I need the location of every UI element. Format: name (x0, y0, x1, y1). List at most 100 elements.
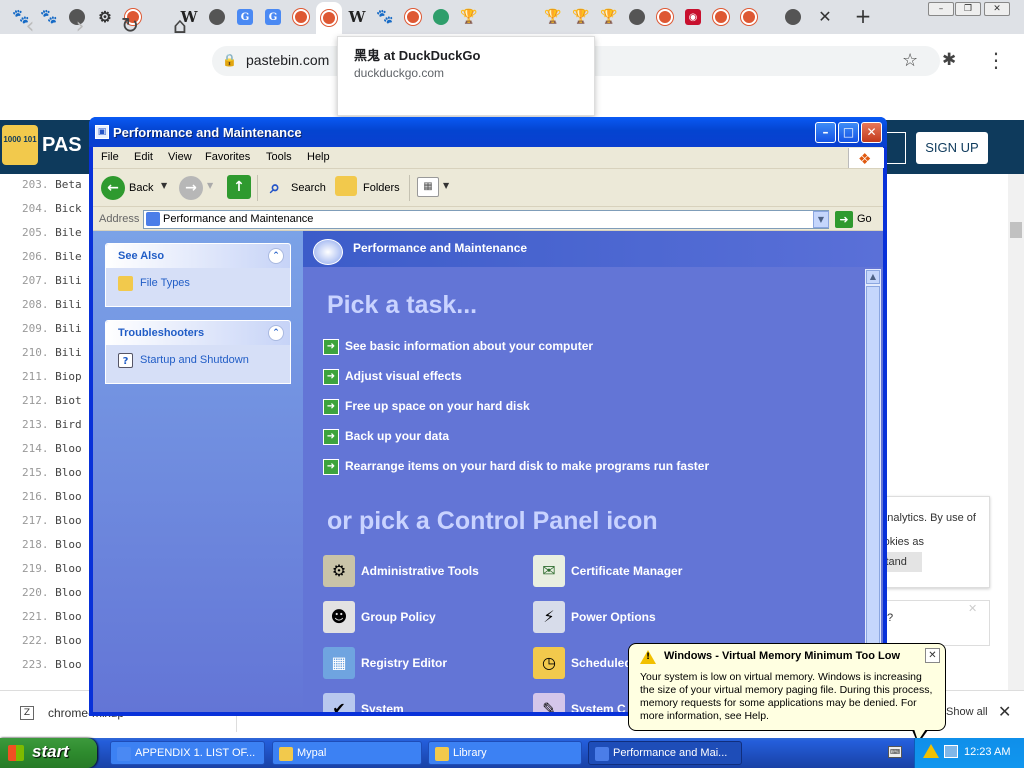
folders-icon[interactable] (335, 176, 357, 196)
menu-help[interactable]: Help (307, 151, 330, 163)
browser-tab[interactable]: G (260, 4, 286, 30)
show-all-button[interactable]: Show all (946, 706, 988, 718)
window-title-bar[interactable]: ▣ Performance and Maintenance – □ ✕ (89, 117, 887, 147)
page-scrollbar[interactable] (1008, 174, 1024, 694)
browser-tab[interactable]: 🐾 (372, 4, 398, 30)
taskbar-button-active[interactable]: Performance and Mai... (588, 741, 742, 765)
browser-tab[interactable]: ⚙ (92, 4, 118, 30)
forward-icon[interactable]: → (179, 176, 203, 200)
bookmark-star-icon[interactable]: ☆ (902, 50, 918, 71)
scroll-up-icon[interactable]: ▲ (866, 270, 880, 284)
search-icon[interactable]: ⌕ (263, 176, 287, 200)
browser-tab[interactable] (400, 4, 426, 30)
browser-tab[interactable]: ◉ (680, 4, 706, 30)
back-label[interactable]: Back (129, 182, 153, 194)
browser-tab[interactable] (652, 4, 678, 30)
browser-tab[interactable]: G (232, 4, 258, 30)
browser-tab[interactable]: W (344, 4, 370, 30)
browser-tab[interactable] (624, 4, 650, 30)
folders-label[interactable]: Folders (363, 182, 400, 194)
close-window-icon[interactable]: ✕ (984, 2, 1010, 16)
browser-tab[interactable] (316, 2, 342, 34)
reload-icon[interactable]: ↻ (116, 14, 144, 42)
task-label[interactable]: Back up your data (345, 429, 449, 443)
home-icon[interactable]: ⌂ (166, 14, 194, 42)
warning-tray-icon[interactable] (923, 744, 939, 758)
browser-tab[interactable]: 🏆 (568, 4, 594, 30)
collapse-icon[interactable]: ⌃ (268, 248, 284, 264)
browser-tab[interactable] (708, 4, 734, 30)
address-value[interactable]: Performance and Maintenance (163, 213, 313, 225)
browser-tab[interactable] (780, 4, 806, 30)
search-label[interactable]: Search (291, 182, 326, 194)
menu-view[interactable]: View (168, 151, 192, 163)
keyboard-icon[interactable]: ⌨ (888, 746, 902, 758)
views-icon[interactable]: ▦ (417, 177, 439, 197)
forward-arrow-icon[interactable]: › (66, 14, 94, 42)
start-label[interactable]: start (32, 742, 69, 762)
taskbar-button-label[interactable]: Library (453, 747, 487, 759)
taskbar-button[interactable]: Mypal (272, 741, 422, 765)
extensions-icon[interactable]: ✱ (942, 50, 956, 70)
browser-tab[interactable]: 🏆 (540, 4, 566, 30)
close-button[interactable]: ✕ (861, 122, 882, 143)
menu-file[interactable]: File (101, 151, 119, 163)
maximize-button[interactable]: □ (838, 122, 859, 143)
control-panel-item-label[interactable]: Power Options (571, 610, 656, 624)
go-arrow-icon[interactable]: ➜ (835, 211, 853, 228)
header-button[interactable] (884, 132, 906, 164)
address-dropdown-icon[interactable]: ▼ (813, 211, 829, 228)
back-icon[interactable]: ← (101, 176, 125, 200)
menu-favorites[interactable]: Favorites (205, 151, 250, 163)
browser-tab[interactable] (288, 4, 314, 30)
control-panel-item-label[interactable]: Group Policy (361, 610, 436, 624)
taskbar-button-label[interactable]: Mypal (297, 747, 326, 759)
sign-up-button[interactable]: SIGN UP (916, 132, 988, 164)
browser-tab[interactable] (428, 4, 454, 30)
control-panel-item-label[interactable]: System (361, 702, 404, 712)
clock[interactable]: 12:23 AM (964, 746, 1010, 758)
taskbar-button[interactable]: APPENDIX 1. LIST OF... (110, 741, 265, 765)
balloon-close-icon[interactable]: ✕ (925, 648, 940, 663)
restore-icon[interactable]: ❐ (955, 2, 981, 16)
browser-tab[interactable]: 🏆 (456, 4, 482, 30)
go-button[interactable]: Go (857, 213, 872, 225)
close-download-bar-icon[interactable]: ✕ (998, 702, 1011, 721)
troubleshooter-item[interactable]: ? Startup and Shutdown (106, 345, 290, 375)
network-tray-icon[interactable] (944, 745, 958, 758)
control-panel-item-label[interactable]: Certificate Manager (571, 564, 682, 578)
see-also-item-label[interactable]: File Types (140, 277, 190, 289)
back-dropdown-icon[interactable]: ▼ (161, 181, 167, 190)
troubleshooter-item-label[interactable]: Startup and Shutdown (140, 354, 249, 366)
task-label[interactable]: Adjust visual effects (345, 369, 462, 383)
minimize-icon[interactable]: – (928, 2, 954, 16)
browser-menu-icon[interactable]: ⋮ (986, 48, 1006, 72)
taskbar-button-label[interactable]: APPENDIX 1. LIST OF... (135, 747, 255, 759)
troubleshooters-header[interactable]: Troubleshooters ⌃ (106, 321, 290, 345)
menu-tools[interactable]: Tools (266, 151, 292, 163)
collapse-icon[interactable]: ⌃ (268, 325, 284, 341)
virtual-memory-balloon[interactable]: ! Windows - Virtual Memory Minimum Too L… (628, 643, 946, 731)
menu-edit[interactable]: Edit (134, 151, 153, 163)
control-panel-item-label[interactable]: Registry Editor (361, 656, 447, 670)
task-label[interactable]: Rearrange items on your hard disk to mak… (345, 459, 709, 473)
new-tab-button[interactable]: + (850, 5, 876, 29)
up-folder-icon[interactable]: ↑ (227, 175, 251, 199)
forward-dropdown-icon[interactable]: ▼ (207, 181, 213, 190)
taskbar-button[interactable]: Library (428, 741, 582, 765)
page-scroll-thumb[interactable] (1010, 222, 1022, 238)
browser-tab[interactable] (736, 4, 762, 30)
control-panel-item-label[interactable]: Administrative Tools (361, 564, 479, 578)
browser-tab[interactable] (204, 4, 230, 30)
taskbar-button-label[interactable]: Performance and Mai... (613, 747, 727, 759)
control-panel-item-label[interactable]: Scheduled (571, 656, 632, 670)
back-arrow-icon[interactable]: ‹ (16, 14, 44, 42)
browser-tab[interactable]: 🏆 (596, 4, 622, 30)
minimize-button[interactable]: – (815, 122, 836, 143)
views-dropdown-icon[interactable]: ▼ (443, 181, 449, 190)
task-label[interactable]: Free up space on your hard disk (345, 399, 530, 413)
tab-close-icon[interactable]: ✕ (812, 5, 838, 29)
close-icon[interactable]: ✕ (968, 602, 977, 615)
control-panel-item-label[interactable]: System C (571, 702, 626, 712)
see-also-item[interactable]: File Types (106, 268, 290, 298)
